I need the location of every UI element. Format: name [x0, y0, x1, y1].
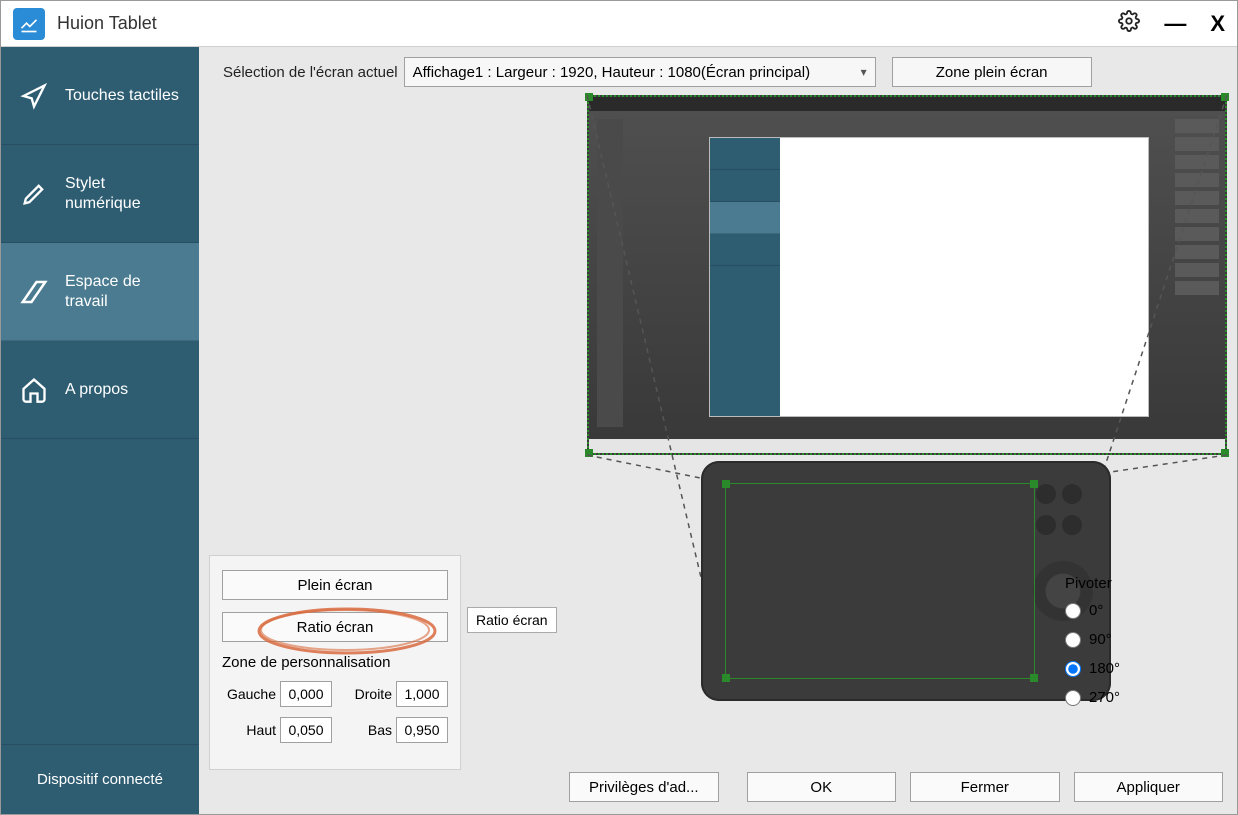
ok-button[interactable]: OK: [747, 772, 897, 802]
workspace-icon: [17, 275, 51, 309]
privileges-button[interactable]: Privilèges d'ad...: [569, 772, 719, 802]
right-input[interactable]: [396, 681, 448, 707]
minimize-icon[interactable]: —: [1164, 11, 1186, 37]
sidebar-item-label: Espace de travail: [65, 272, 181, 312]
area-controls: Plein écran Ratio écran Zone de personna…: [209, 555, 461, 770]
bottom-label: Bas: [338, 722, 392, 738]
sidebar-item-label: Stylet numérique: [65, 174, 181, 214]
pencil-icon: [17, 177, 51, 211]
sidebar-item-workspace[interactable]: Espace de travail: [1, 243, 199, 341]
cursor-icon: [17, 79, 51, 113]
left-input[interactable]: [280, 681, 332, 707]
ratio-tooltip: Ratio écran: [467, 607, 557, 633]
tablet-active-area[interactable]: [725, 483, 1035, 679]
screen-select-value: Affichage1 : Largeur : 1920, Hauteur : 1…: [413, 64, 810, 81]
sidebar-item-label: A propos: [65, 380, 128, 400]
apply-button[interactable]: Appliquer: [1074, 772, 1224, 802]
rotate-270[interactable]: 270°: [1065, 689, 1225, 706]
sidebar-item-touches[interactable]: Touches tactiles: [1, 47, 199, 145]
bottom-input[interactable]: [396, 717, 448, 743]
top-label: Haut: [222, 722, 276, 738]
app-window: Huion Tablet — X Touches tactiles Stylet…: [0, 0, 1238, 815]
top-input[interactable]: [280, 717, 332, 743]
gear-icon[interactable]: [1118, 10, 1140, 38]
full-screen-button[interactable]: Plein écran: [222, 570, 448, 600]
left-label: Gauche: [222, 686, 276, 702]
home-icon: [17, 373, 51, 407]
rotate-header: Pivoter: [1065, 575, 1225, 592]
screen-select-dropdown[interactable]: Affichage1 : Largeur : 1920, Hauteur : 1…: [404, 57, 876, 87]
screen-select-label: Sélection de l'écran actuel: [223, 64, 398, 81]
window-title: Huion Tablet: [57, 13, 1118, 34]
rotate-0[interactable]: 0°: [1065, 602, 1225, 619]
tablet-preview[interactable]: [701, 461, 1111, 701]
titlebar: Huion Tablet — X: [1, 1, 1237, 47]
close-icon[interactable]: X: [1210, 11, 1225, 37]
screen-preview[interactable]: [587, 95, 1227, 455]
app-logo: [13, 8, 45, 40]
sidebar-item-label: Touches tactiles: [65, 86, 179, 106]
close-button[interactable]: Fermer: [910, 772, 1060, 802]
main-area: Sélection de l'écran actuel Affichage1 :…: [199, 47, 1237, 814]
screen-select-row: Sélection de l'écran actuel Affichage1 :…: [199, 47, 1237, 95]
chevron-down-icon: ▾: [861, 65, 867, 79]
device-status: Dispositif connecté: [1, 744, 199, 814]
fullscreen-zone-button[interactable]: Zone plein écran: [892, 57, 1092, 87]
rotate-90[interactable]: 90°: [1065, 631, 1225, 648]
ratio-button[interactable]: Ratio écran: [222, 612, 448, 642]
workspace-panel: Plein écran Ratio écran Zone de personna…: [199, 95, 1237, 760]
rotate-180[interactable]: 180°: [1065, 660, 1225, 677]
sidebar-item-about[interactable]: A propos: [1, 341, 199, 439]
rotate-panel: Pivoter 0° 90° 180° 270°: [1065, 575, 1225, 718]
sidebar-item-stylet[interactable]: Stylet numérique: [1, 145, 199, 243]
custom-zone-label: Zone de personnalisation: [222, 654, 448, 671]
right-label: Droite: [338, 686, 392, 702]
sidebar: Touches tactiles Stylet numérique Espace…: [1, 47, 199, 814]
